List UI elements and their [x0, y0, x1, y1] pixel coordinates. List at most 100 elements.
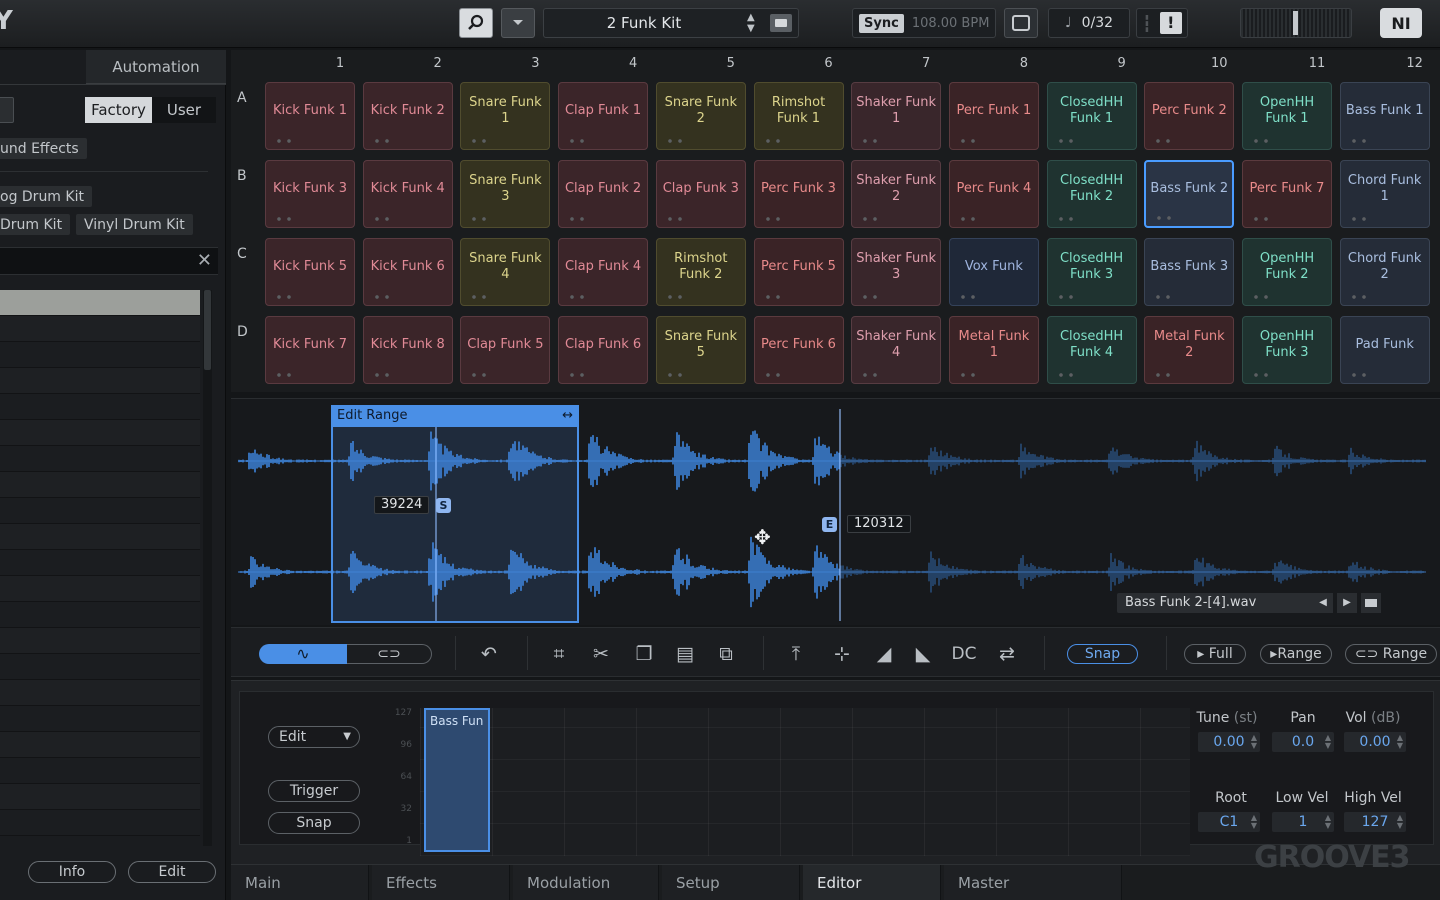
root-value[interactable]: C1 ▲ ▼ — [1198, 812, 1260, 832]
edit-mode-dropdown[interactable]: Edit ▼ — [268, 726, 360, 748]
undo-button[interactable]: ↶ — [474, 640, 504, 668]
list-item[interactable] — [0, 498, 200, 524]
pad[interactable]: Shaker Funk 3 — [851, 238, 942, 306]
pad[interactable]: Snare Funk 1 — [460, 82, 551, 150]
browser-search-input[interactable]: ✕ — [0, 247, 218, 275]
list-item[interactable] — [0, 706, 200, 732]
list-item[interactable] — [0, 420, 200, 446]
dc-offset-button[interactable]: DC — [948, 640, 980, 668]
pad[interactable]: Kick Funk 2 — [362, 82, 453, 150]
pad[interactable]: Clap Funk 5 — [460, 316, 551, 384]
browser-stub-button[interactable] — [0, 97, 14, 123]
pad[interactable]: Kick Funk 4 — [362, 160, 453, 228]
next-sample-button[interactable]: ▶ — [1337, 593, 1357, 613]
pad[interactable]: Snare Funk 2 — [655, 82, 746, 150]
tab-modulation[interactable]: Modulation — [513, 865, 659, 900]
pad[interactable]: Clap Funk 1 — [558, 82, 649, 150]
pad[interactable]: Snare Funk 3 — [460, 160, 551, 228]
zone-snap-button[interactable]: Snap — [268, 812, 360, 834]
pad[interactable]: OpenHH Funk 3 — [1242, 316, 1332, 384]
pad[interactable]: Bass Funk 3 — [1144, 238, 1235, 306]
list-item[interactable] — [0, 550, 200, 576]
crop-button[interactable]: ⌗ — [544, 640, 574, 668]
pad[interactable]: Metal Funk 2 — [1144, 316, 1235, 384]
pad[interactable]: Chord Funk 1 — [1339, 160, 1430, 228]
pad[interactable]: Clap Funk 4 — [558, 238, 649, 306]
pad[interactable]: Kick Funk 1 — [265, 82, 355, 150]
tag-analog-drum-kit[interactable]: og Drum Kit — [0, 186, 92, 207]
list-item[interactable] — [0, 368, 200, 394]
pad[interactable]: ClosedHH Funk 1 — [1046, 82, 1137, 150]
tag-vinyl-drum-kit[interactable]: Vinyl Drum Kit — [76, 214, 193, 235]
duplicate-button[interactable]: ⧉ — [711, 640, 741, 668]
pad[interactable]: Perc Funk 3 — [753, 160, 844, 228]
pad[interactable]: Shaker Funk 4 — [851, 316, 942, 384]
list-item[interactable] — [0, 732, 200, 758]
list-item[interactable] — [0, 472, 200, 498]
pad[interactable]: Rimshot Funk 2 — [655, 238, 746, 306]
browser-results-list[interactable] — [0, 290, 200, 846]
pad[interactable]: Pad Funk — [1339, 316, 1430, 384]
kit-menu-button[interactable] — [501, 8, 535, 38]
pan-value[interactable]: 0.0 ▲ ▼ — [1272, 732, 1334, 752]
edit-button[interactable]: Edit — [128, 861, 216, 883]
start-marker-handle[interactable]: S — [436, 498, 451, 513]
list-item[interactable] — [0, 394, 200, 420]
pad[interactable]: OpenHH Funk 1 — [1242, 82, 1332, 150]
pad[interactable]: Bass Funk 1 — [1339, 82, 1430, 150]
list-item[interactable] — [0, 316, 200, 342]
list-item[interactable] — [0, 576, 200, 602]
pad[interactable]: Perc Funk 1 — [948, 82, 1039, 150]
list-item[interactable] — [0, 758, 200, 784]
list-item[interactable] — [0, 784, 200, 810]
pad[interactable]: Shaker Funk 1 — [851, 82, 942, 150]
pad[interactable]: Metal Funk 1 — [948, 316, 1039, 384]
tab-effects[interactable]: Effects — [372, 865, 510, 900]
pad[interactable]: Bass Funk 2 — [1144, 160, 1235, 228]
pad[interactable]: Kick Funk 3 — [265, 160, 355, 228]
loop-view-toggle[interactable]: ⊂⊃ — [347, 644, 432, 664]
list-item[interactable] — [0, 342, 200, 368]
waveform-editor[interactable]: Edit Range ↔ 39224 S E 120312 ✥ Bass Fun… — [231, 398, 1440, 625]
normalize-button[interactable]: ⤒ — [781, 640, 811, 668]
edit-range-header[interactable]: Edit Range ↔ — [331, 405, 579, 427]
reverse-button[interactable]: ⇄ — [992, 640, 1022, 668]
pad[interactable]: Perc Funk 6 — [753, 316, 844, 384]
play-range-button[interactable]: ▸Range — [1260, 644, 1332, 664]
pad[interactable]: OpenHH Funk 2 — [1242, 238, 1332, 306]
pad[interactable]: Perc Funk 5 — [753, 238, 844, 306]
close-icon[interactable]: ✕ — [197, 250, 212, 271]
pad[interactable]: Snare Funk 5 — [655, 316, 746, 384]
list-item[interactable] — [0, 290, 200, 316]
list-item[interactable] — [0, 810, 200, 836]
sync-button[interactable]: Sync — [859, 13, 904, 33]
fade-out-button[interactable]: ◣ — [908, 640, 938, 668]
pad[interactable]: Perc Funk 2 — [1144, 82, 1235, 150]
factory-toggle[interactable]: Factory — [85, 97, 152, 123]
vol-value[interactable]: 0.00 ▲ ▼ — [1344, 732, 1406, 752]
ni-logo[interactable]: NI — [1380, 8, 1422, 38]
sample-folder-button[interactable] — [1361, 593, 1381, 613]
cut-button[interactable]: ✂ — [586, 640, 616, 668]
pad[interactable]: Kick Funk 5 — [265, 238, 355, 306]
pad[interactable]: ClosedHH Funk 2 — [1046, 160, 1137, 228]
pad[interactable]: ClosedHH Funk 4 — [1046, 316, 1137, 384]
tab-main[interactable]: Main — [231, 865, 369, 900]
pad[interactable]: Kick Funk 6 — [362, 238, 453, 306]
waveform-view-toggle[interactable]: ∿ — [259, 644, 347, 664]
pad[interactable]: Rimshot Funk 1 — [753, 82, 844, 150]
end-marker-handle[interactable]: E — [822, 517, 837, 532]
bpm-display[interactable]: 108.00 BPM — [912, 16, 990, 31]
volume-handle[interactable] — [1293, 11, 1298, 35]
play-full-button[interactable]: ▸ Full — [1184, 644, 1246, 664]
pad[interactable]: Perc Funk 4 — [948, 160, 1039, 228]
list-item[interactable] — [0, 628, 200, 654]
tab-editor[interactable]: Editor — [803, 865, 941, 900]
kit-stepper-icon[interactable]: ▲ ▼ — [747, 12, 755, 34]
edit-range-selection[interactable] — [331, 405, 579, 623]
low-vel-value[interactable]: 1 ▲ ▼ — [1272, 812, 1334, 832]
silence-button[interactable]: ⊹ — [827, 640, 857, 668]
pad[interactable]: Snare Funk 4 — [460, 238, 551, 306]
search-button[interactable] — [459, 8, 493, 38]
tag-drum-kit[interactable]: Drum Kit — [0, 214, 71, 235]
